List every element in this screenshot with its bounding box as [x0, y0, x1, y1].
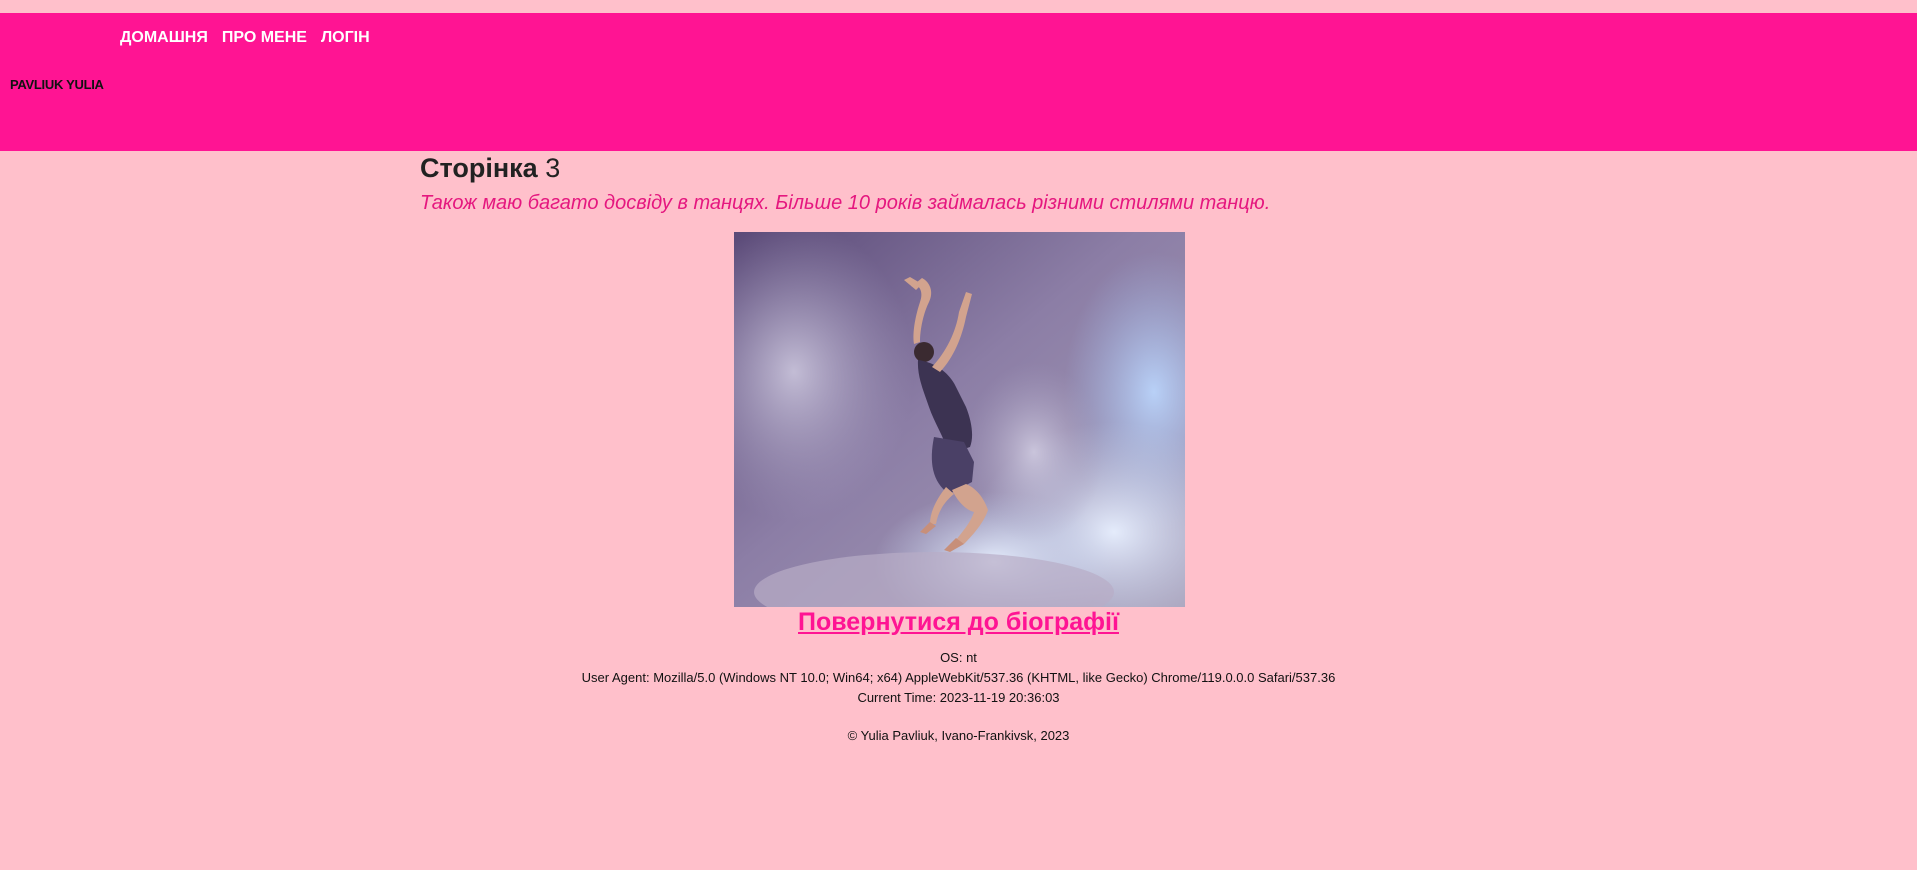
- site-header: ДОМАШНЯ ПРО МЕНЕ ЛОГІН PAVLIUK YULIA: [0, 13, 1917, 151]
- nav-login[interactable]: ЛОГІН: [321, 29, 370, 47]
- nav-home[interactable]: ДОМАШНЯ: [120, 29, 208, 47]
- site-name: PAVLIUK YULIA: [10, 77, 104, 92]
- page-title: Сторінка 3: [420, 150, 1500, 186]
- user-agent-info: User Agent: Mozilla/5.0 (Windows NT 10.0…: [581, 670, 1336, 685]
- os-info: OS: nt: [940, 650, 977, 665]
- main-nav: ДОМАШНЯ ПРО МЕНЕ ЛОГІН: [120, 29, 384, 47]
- current-time-info: Current Time: 2023-11-19 20:36:03: [857, 690, 1060, 705]
- page-subtitle: Також маю багато досвіду в танцях. Більш…: [420, 192, 1271, 214]
- system-info: OS: nt User Agent: Mozilla/5.0 (Windows …: [0, 648, 1917, 708]
- footer-copyright: © Yulia Pavliuk, Ivano-Frankivsk, 2023: [847, 728, 1070, 743]
- dancer-photo: [734, 232, 1185, 607]
- page-title-number: 3: [545, 153, 561, 183]
- main-content: Сторінка 3 Також маю багато досвіду в та…: [420, 150, 1500, 216]
- back-to-biography-link[interactable]: Повернутися до біографії: [0, 604, 1917, 640]
- page-title-label: Сторінка: [420, 153, 538, 183]
- nav-about[interactable]: ПРО МЕНЕ: [222, 29, 307, 47]
